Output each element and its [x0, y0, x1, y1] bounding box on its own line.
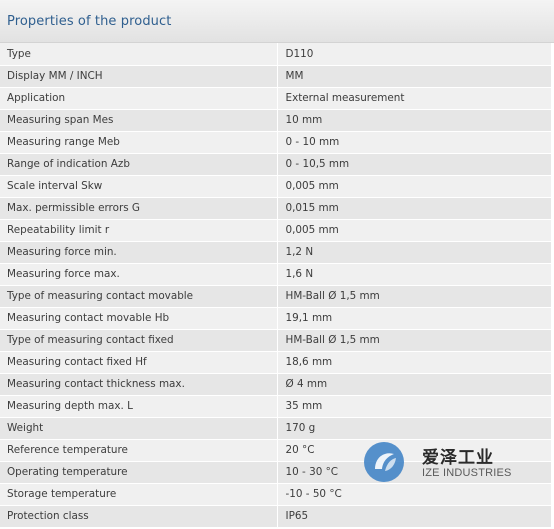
property-label: Measuring contact movable Hb — [0, 307, 278, 330]
property-label: Range of indication Azb — [0, 153, 278, 176]
property-label: Type of measuring contact fixed — [0, 329, 278, 352]
properties-table: Type D110 Display MM / INCH MM Application… — [0, 43, 551, 528]
table-row: Measuring force max. 1,6 N — [0, 263, 551, 286]
property-label: Scale interval Skw — [0, 175, 278, 198]
property-value: IP65 — [277, 505, 551, 528]
property-label: Measuring depth max. L — [0, 395, 278, 418]
table-row: Type of measuring contact movable HM-Ball… — [0, 285, 551, 308]
property-value: -10 - 50 °C — [277, 483, 551, 506]
table-row: Application External measurement — [0, 87, 551, 110]
table-row: Range of indication Azb 0 - 10,5 mm — [0, 153, 551, 176]
property-value: HM-Ball Ø 1,5 mm — [277, 329, 551, 352]
table-row: Measuring force min. 1,2 N — [0, 241, 551, 264]
properties-header: Properties of the product — [0, 0, 554, 43]
table-row: Protection class IP65 — [0, 505, 551, 528]
property-value: 0 - 10 mm — [277, 131, 551, 154]
property-label: Measuring span Mes — [0, 109, 278, 132]
property-label: Repeatability limit r — [0, 219, 278, 242]
property-label: Display MM / INCH — [0, 65, 278, 88]
property-value: 20 °C — [277, 439, 551, 462]
property-value: 35 mm — [277, 395, 551, 418]
property-value: 10 - 30 °C — [277, 461, 551, 484]
product-properties-panel: Properties of the product Type D110 Displ… — [0, 0, 554, 529]
property-value: 1,6 N — [277, 263, 551, 286]
table-row: Type of measuring contact fixed HM-Ball Ø… — [0, 329, 551, 352]
table-row: Measuring span Mes 10 mm — [0, 109, 551, 132]
property-label: Max. permissible errors G — [0, 197, 278, 220]
table-row: Scale interval Skw 0,005 mm — [0, 175, 551, 198]
property-label: Weight — [0, 417, 278, 440]
table-row: Operating temperature 10 - 30 °C — [0, 461, 551, 484]
table-row: Weight 170 g — [0, 417, 551, 440]
property-value: 1,2 N — [277, 241, 551, 264]
table-row: Reference temperature 20 °C — [0, 439, 551, 462]
property-label: Type — [0, 43, 278, 66]
property-label: Reference temperature — [0, 439, 278, 462]
property-value: External measurement — [277, 87, 551, 110]
property-value: 0,005 mm — [277, 219, 551, 242]
table-row: Type D110 — [0, 43, 551, 66]
property-value: 170 g — [277, 417, 551, 440]
property-label: Measuring force max. — [0, 263, 278, 286]
property-label: Type of measuring contact movable — [0, 285, 278, 308]
property-label: Storage temperature — [0, 483, 278, 506]
property-value: HM-Ball Ø 1,5 mm — [277, 285, 551, 308]
table-row: Display MM / INCH MM — [0, 65, 551, 88]
property-label: Protection class — [0, 505, 278, 528]
properties-title: Properties of the product — [7, 13, 172, 29]
table-row: Measuring contact thickness max. Ø 4 mm — [0, 373, 551, 396]
table-row: Measuring contact movable Hb 19,1 mm — [0, 307, 551, 330]
property-label: Application — [0, 87, 278, 110]
table-row: Repeatability limit r 0,005 mm — [0, 219, 551, 242]
table-row: Max. permissible errors G 0,015 mm — [0, 197, 551, 220]
table-row: Measuring depth max. L 35 mm — [0, 395, 551, 418]
property-value: 0,005 mm — [277, 175, 551, 198]
property-label: Measuring force min. — [0, 241, 278, 264]
property-value: Ø 4 mm — [277, 373, 551, 396]
property-label: Measuring range Meb — [0, 131, 278, 154]
property-label: Measuring contact fixed Hf — [0, 351, 278, 374]
property-value: 19,1 mm — [277, 307, 551, 330]
property-value: MM — [277, 65, 551, 88]
property-value: 10 mm — [277, 109, 551, 132]
property-label: Operating temperature — [0, 461, 278, 484]
property-value: 0,015 mm — [277, 197, 551, 220]
table-row: Measuring range Meb 0 - 10 mm — [0, 131, 551, 154]
property-value: 0 - 10,5 mm — [277, 153, 551, 176]
table-row: Storage temperature -10 - 50 °C — [0, 483, 551, 506]
table-row: Measuring contact fixed Hf 18,6 mm — [0, 351, 551, 374]
property-value: D110 — [277, 43, 551, 66]
property-value: 18,6 mm — [277, 351, 551, 374]
property-label: Measuring contact thickness max. — [0, 373, 278, 396]
